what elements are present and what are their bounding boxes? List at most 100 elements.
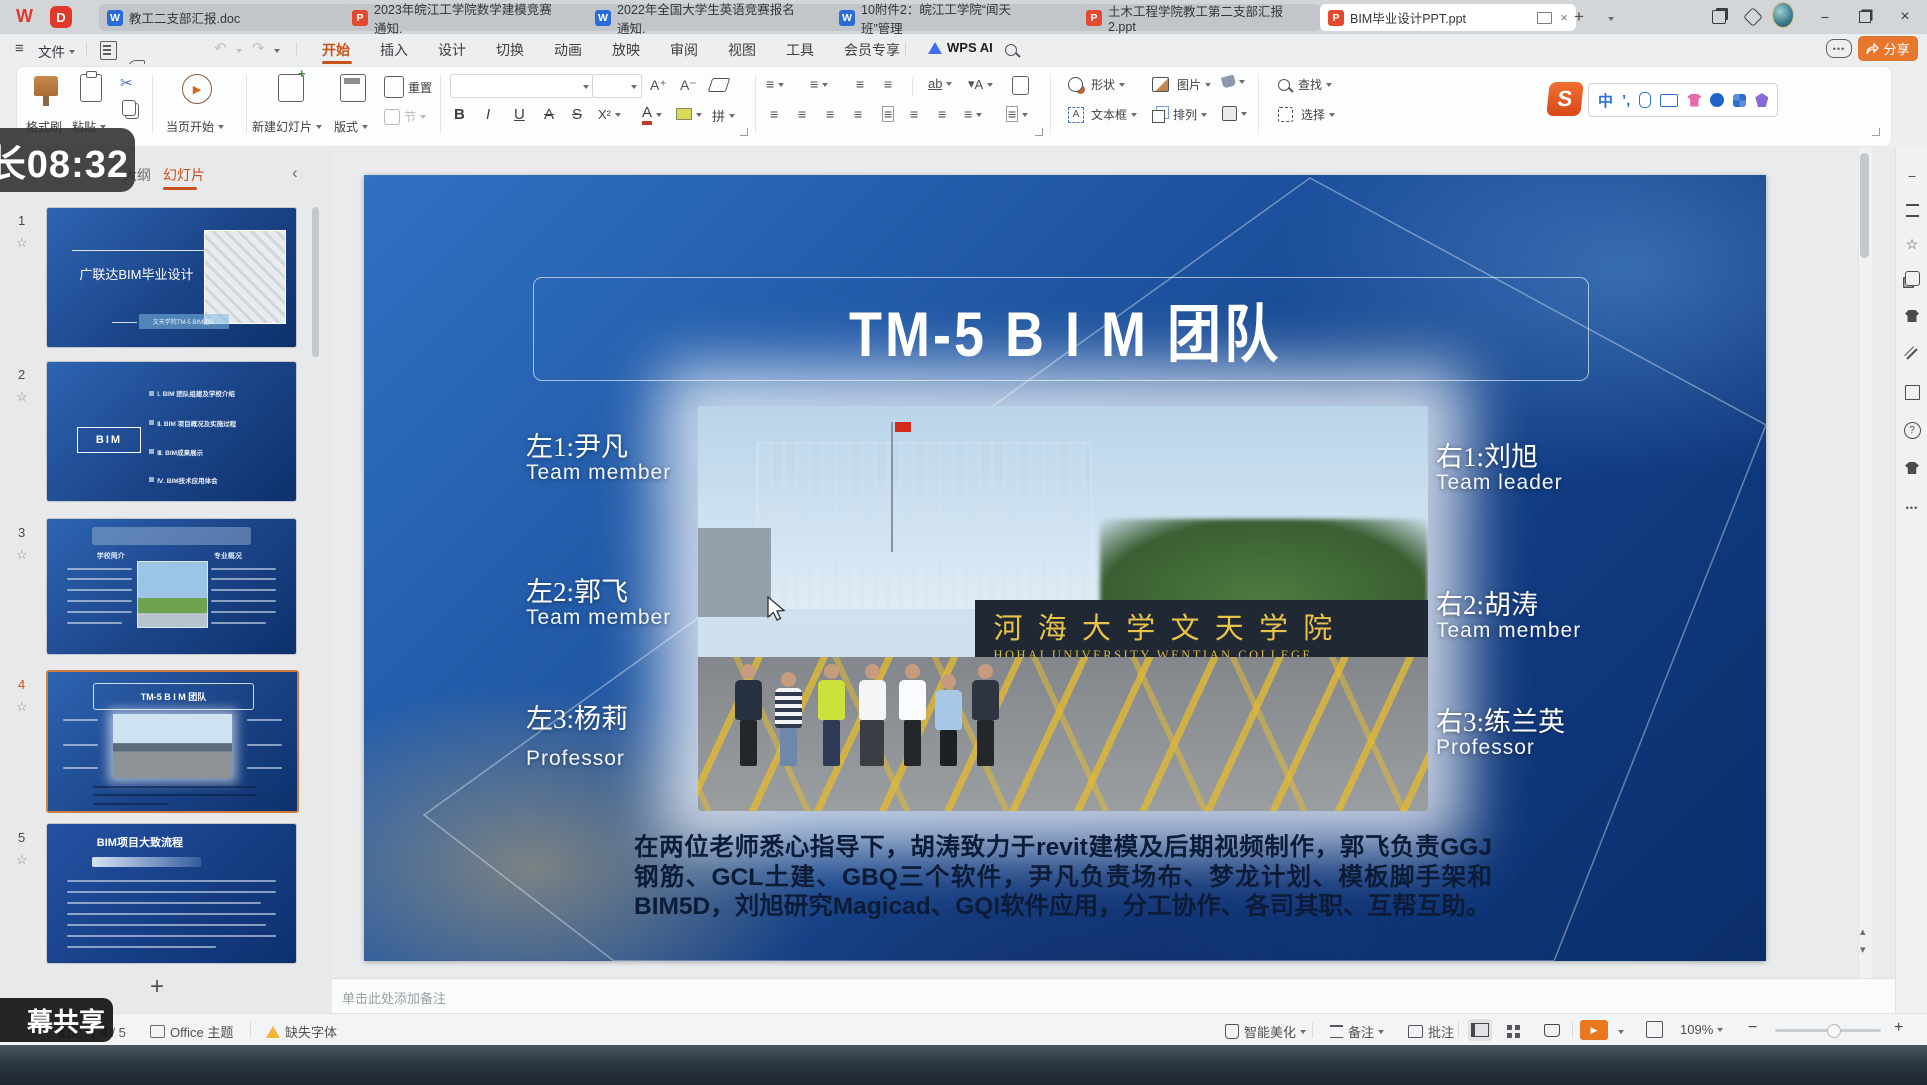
cut-icon[interactable]: ✂	[120, 74, 133, 92]
play-from-current-label[interactable]: 当页开始	[166, 118, 224, 135]
doc-tab-2[interactable]: P 2023年皖江工学院数学建模竞赛通知.	[344, 4, 598, 31]
sogou-logo-icon[interactable]: S	[1546, 82, 1584, 116]
doc-tab-active[interactable]: P BIM毕业设计PPT.ppt ×	[1320, 4, 1576, 31]
arrange-button[interactable]: 排列	[1152, 106, 1207, 123]
member-label[interactable]: 右3:练兰英	[1436, 700, 1565, 739]
section-button[interactable]: 节	[384, 108, 426, 125]
reset-icon[interactable]	[384, 76, 404, 98]
copy-icon[interactable]	[122, 100, 136, 116]
normal-view-button[interactable]	[1468, 1019, 1492, 1041]
line-spacing-icon[interactable]: ≡	[910, 106, 918, 122]
panel-scrollbar[interactable]	[312, 207, 319, 357]
next-slide-button[interactable]: ▾	[1860, 943, 1866, 956]
wps-ai-button[interactable]: WPS AI	[928, 40, 993, 55]
notes-button[interactable]: 备注	[1330, 1022, 1384, 1041]
slide-thumbnail-4-selected[interactable]: TM-5 B I M 团队	[46, 670, 299, 813]
play-options-caret-icon[interactable]	[1618, 1030, 1624, 1037]
ime-mode-icon[interactable]: 中	[1598, 90, 1613, 111]
zoom-out-button[interactable]: −	[1748, 1019, 1757, 1037]
member-label[interactable]: 右1:刘旭	[1436, 435, 1538, 474]
tab-design[interactable]: 设计	[438, 40, 466, 60]
tab-member[interactable]: 会员专享	[844, 40, 900, 60]
skin-settings-icon[interactable]	[1903, 459, 1921, 477]
shadow-button[interactable]: S	[572, 106, 582, 123]
font-group-expander-icon[interactable]	[740, 128, 748, 136]
member-label[interactable]: 左3:杨莉	[526, 697, 628, 736]
workspace-cube-icon[interactable]	[1742, 6, 1764, 28]
canvas-scrollbar-thumb[interactable]	[1860, 153, 1869, 258]
undo-icon[interactable]: ↶	[214, 39, 227, 57]
team-photo[interactable]: 河 海 大 学 文 天 学 院 HOHAI UNIVERSITY WENTIAN…	[698, 406, 1428, 811]
comments-button[interactable]: 批注	[1408, 1022, 1454, 1041]
font-name-dropdown[interactable]	[450, 74, 594, 98]
zoom-in-button[interactable]: +	[1894, 1019, 1903, 1037]
avatar[interactable]	[1772, 4, 1794, 26]
wubi-icon[interactable]	[1755, 93, 1768, 107]
tab-animation[interactable]: 动画	[554, 40, 582, 60]
properties-icon[interactable]	[1903, 201, 1921, 219]
collapse-sidebar-icon[interactable]: −	[1903, 167, 1921, 185]
slide-sorter-button[interactable]	[1500, 1019, 1524, 1041]
reading-view-button[interactable]	[1540, 1019, 1564, 1041]
animation-pane-icon[interactable]: ☆	[1903, 235, 1921, 253]
shapes-button[interactable]: 形状	[1068, 76, 1125, 93]
close-window-button[interactable]: ×	[1894, 6, 1916, 28]
row-spacing-button[interactable]: ≡	[964, 106, 982, 122]
toolbox-icon[interactable]	[1733, 94, 1746, 107]
bold-button[interactable]: B	[454, 106, 465, 123]
tab-view[interactable]: 视图	[728, 40, 756, 60]
layout-label[interactable]: 版式	[334, 118, 368, 135]
cloud-sync-icon[interactable]: •••	[1826, 39, 1852, 58]
member-label[interactable]: 左1:尹凡	[526, 425, 628, 464]
ribbon-resize-icon[interactable]	[1872, 128, 1880, 136]
doc-tab-3[interactable]: W 2022年全国大学生英语竞赛报名通知.	[587, 4, 841, 31]
tab-list-caret-icon[interactable]	[1608, 17, 1614, 24]
current-slide[interactable]: TM-5 B I M 团队 河 海 大 学 文 天 学 院 HOHAI UNIV…	[364, 175, 1766, 961]
canvas-scrollbar-track[interactable]	[1858, 147, 1872, 978]
ime-punct-icon[interactable]: ’,	[1622, 92, 1630, 109]
slide-thumbnail-3[interactable]: 学校简介 专业概况	[46, 518, 297, 655]
reset-label[interactable]: 重置	[408, 79, 432, 96]
restore-button[interactable]	[1854, 6, 1876, 28]
tab-home[interactable]: 开始	[322, 40, 350, 60]
ai-assistant-icon[interactable]	[1710, 93, 1724, 107]
tab-insert[interactable]: 插入	[380, 40, 408, 60]
fill-color-button[interactable]	[1222, 76, 1245, 87]
animation-star-icon[interactable]: ☆	[16, 389, 28, 405]
minimize-button[interactable]: −	[1814, 6, 1836, 28]
fullscreen-icon[interactable]	[1646, 1021, 1663, 1038]
main-menu-icon[interactable]: ≡	[15, 40, 24, 57]
add-slide-button[interactable]: +	[150, 973, 164, 1001]
mic-icon[interactable]	[1639, 92, 1651, 108]
help-icon[interactable]: ?	[1903, 421, 1921, 439]
superscript-button[interactable]: X²	[598, 107, 621, 122]
animation-star-icon[interactable]: ☆	[16, 547, 28, 563]
strikethrough-button[interactable]: A	[544, 106, 554, 123]
design-theme-icon[interactable]	[1903, 307, 1921, 325]
paragraph-layout-button[interactable]: ≡	[1006, 106, 1028, 122]
align-right-icon[interactable]: ≡	[826, 106, 834, 122]
picture-button[interactable]: 图片	[1152, 76, 1211, 93]
member-label[interactable]: 左2:郭飞	[526, 570, 628, 609]
align-center-icon[interactable]: ≡	[798, 106, 806, 122]
smart-beautify-button[interactable]: 智能美化	[1225, 1022, 1306, 1041]
distribute-icon[interactable]: ≡	[882, 106, 894, 122]
textbox-button[interactable]: A 文本框	[1068, 106, 1137, 123]
member-label[interactable]: 右2:胡涛	[1436, 583, 1538, 622]
docer-logo-icon[interactable]: D	[50, 6, 72, 28]
slideshow-play-button[interactable]: ▶	[1580, 1020, 1608, 1040]
slide-paragraph[interactable]: 在两位老师悉心指导下，胡涛致力于revit建模及后期视频制作，郭飞负责GGJ钢筋…	[634, 833, 1492, 922]
increase-indent-icon[interactable]: ≡	[884, 76, 892, 92]
grow-font-icon[interactable]: A⁺	[650, 77, 667, 94]
tab-manager-icon[interactable]	[1708, 6, 1730, 28]
underline-button[interactable]: U	[514, 106, 525, 123]
missing-font-warning[interactable]: 缺失字体	[266, 1022, 337, 1041]
format-painter-icon[interactable]	[34, 76, 58, 96]
magic-beautify-icon[interactable]	[1903, 345, 1921, 363]
numbered-list-button[interactable]: ≡	[810, 76, 828, 92]
doc-tab-1[interactable]: W 教工二支部汇报.doc	[99, 4, 353, 31]
skin-icon[interactable]	[1687, 94, 1701, 107]
keyboard-icon[interactable]	[1660, 94, 1678, 107]
reference-search-icon[interactable]	[1903, 383, 1921, 401]
paste-icon[interactable]	[80, 74, 102, 102]
